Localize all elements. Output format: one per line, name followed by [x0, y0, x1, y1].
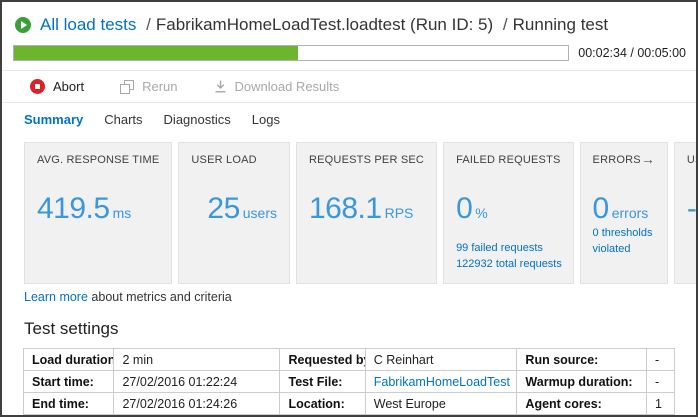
card-errors: ERRORS → 0errors 0 thresholds violated	[580, 142, 668, 284]
breadcrumb-run-status: Running test	[513, 15, 608, 34]
rerun-label: Rerun	[142, 79, 177, 94]
metric-value: 25users	[207, 192, 277, 226]
breadcrumb-separator: /	[146, 15, 151, 34]
download-results-label: Download Results	[235, 79, 340, 94]
breadcrumb: All load tests / FabrikamHomeLoadTest.loa…	[2, 2, 696, 44]
card-title: AVG. RESPONSE TIME	[37, 154, 159, 166]
tab-charts[interactable]: Charts	[104, 112, 142, 127]
setting-value: FabrikamHomeLoadTest	[365, 371, 517, 393]
metric-value: 0errors	[593, 192, 655, 226]
setting-value: C Reinhart	[365, 349, 517, 371]
download-icon	[214, 80, 227, 93]
table-row: Start time: 27/02/2016 01:22:24 Test Fil…	[24, 371, 675, 393]
abort-label: Abort	[53, 79, 84, 94]
setting-value: 2 min	[114, 349, 280, 371]
abort-button[interactable]: Abort	[30, 79, 84, 94]
card-links: 99 failed requests 122932 total requests	[456, 241, 562, 272]
metric-value: 0%	[456, 192, 560, 226]
setting-label: Warmup duration:	[517, 371, 647, 393]
tab-diagnostics[interactable]: Diagnostics	[164, 112, 231, 127]
download-results-button[interactable]: Download Results	[214, 79, 340, 94]
setting-value: West Europe	[365, 393, 517, 415]
setting-value: 27/02/2016 01:24:26	[114, 393, 280, 415]
test-file-link[interactable]: FabrikamHomeLoadTest	[374, 375, 510, 389]
test-settings-table: Load duration: 2 min Requested by: C Rei…	[23, 348, 675, 415]
card-title: FAILED REQUESTS	[456, 154, 560, 166]
card-title: REQUESTS PER SEC	[309, 154, 424, 166]
progress-fill	[14, 46, 298, 60]
card-links: 0 thresholds violated	[593, 226, 667, 257]
card-avg-response-time: AVG. RESPONSE TIME 419.5ms	[24, 142, 172, 284]
toolbar: Abort Rerun Download Results	[2, 71, 696, 102]
table-row: End time: 27/02/2016 01:24:26 Location: …	[24, 393, 675, 415]
card-title: USER LOAD	[191, 154, 256, 166]
setting-label: Load duration:	[24, 349, 114, 371]
card-title: USAGE	[687, 154, 698, 166]
setting-label: Run source:	[517, 349, 647, 371]
rerun-button[interactable]: Rerun	[120, 79, 177, 94]
setting-label: Requested by:	[280, 349, 365, 371]
stop-icon	[30, 79, 45, 94]
setting-label: End time:	[24, 393, 114, 415]
metric-value: --VUMs	[687, 192, 698, 226]
setting-value: 1	[646, 393, 674, 415]
running-play-icon	[15, 17, 31, 33]
table-row: Load duration: 2 min Requested by: C Rei…	[24, 349, 675, 371]
card-requests-per-sec: REQUESTS PER SEC 168.1RPS	[296, 142, 437, 284]
card-user-load: USER LOAD 25users	[178, 142, 290, 284]
total-requests-link[interactable]: 122932 total requests	[456, 257, 562, 272]
test-progress-row: 00:02:34 / 00:05:00	[2, 44, 696, 61]
setting-label: Agent cores:	[517, 393, 647, 415]
tab-logs[interactable]: Logs	[252, 112, 280, 127]
load-test-results-page: All load tests / FabrikamHomeLoadTest.loa…	[0, 0, 698, 417]
setting-label: Test File:	[280, 371, 365, 393]
progress-bar	[13, 45, 569, 61]
breadcrumb-all-load-tests-link[interactable]: All load tests	[40, 15, 136, 34]
tab-summary[interactable]: Summary	[24, 112, 83, 127]
rerun-icon	[120, 80, 134, 94]
metric-cards: AVG. RESPONSE TIME 419.5ms USER LOAD 25u…	[24, 142, 688, 284]
progress-time-label: 00:02:34 / 00:05:00	[578, 46, 686, 60]
setting-label: Start time:	[24, 371, 114, 393]
setting-value: 27/02/2016 01:22:24	[114, 371, 280, 393]
card-title: ERRORS	[593, 154, 641, 166]
errors-arrow-icon[interactable]: →	[641, 154, 655, 165]
learn-more-link[interactable]: Learn more	[24, 290, 88, 304]
tab-bar: Summary Charts Diagnostics Logs	[2, 103, 696, 138]
breadcrumb-separator: /	[503, 15, 508, 34]
thresholds-violated-link[interactable]: 0 thresholds violated	[593, 226, 667, 257]
failed-requests-link[interactable]: 99 failed requests	[456, 241, 562, 256]
learn-more-text: about metrics and criteria	[88, 290, 232, 304]
learn-more-line: Learn more about metrics and criteria	[24, 290, 696, 304]
setting-value: -	[646, 371, 674, 393]
card-usage: USAGE --VUMs	[674, 142, 698, 284]
test-settings-heading: Test settings	[24, 319, 696, 339]
metric-value: 419.5ms	[37, 192, 159, 226]
breadcrumb-test-name: FabrikamHomeLoadTest.loadtest (Run ID: 5…	[156, 15, 493, 34]
card-failed-requests: FAILED REQUESTS 0% 99 failed requests 12…	[443, 142, 573, 284]
metric-value: 168.1RPS	[309, 192, 424, 226]
setting-label: Location:	[280, 393, 365, 415]
setting-value: -	[646, 349, 674, 371]
